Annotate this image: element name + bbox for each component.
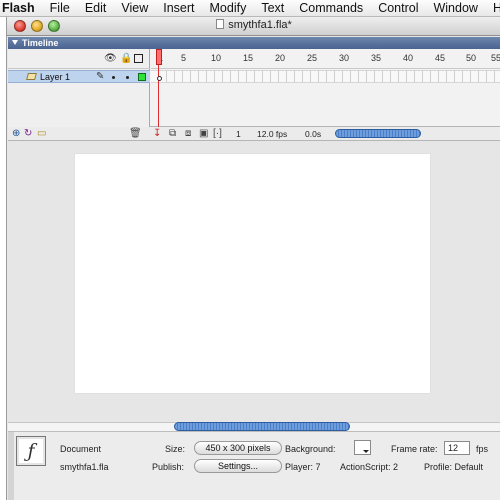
frame-number: 25 <box>307 53 318 63</box>
menu-control[interactable]: Control <box>371 1 426 15</box>
outline-square-icon[interactable] <box>134 54 143 63</box>
insert-layer-folder-icon[interactable]: ▭ <box>37 128 46 139</box>
timeline-panel-header[interactable]: Timeline <box>8 37 500 49</box>
publish-label: Publish: <box>152 462 185 472</box>
elapsed-time-readout: 0.0s <box>305 129 322 139</box>
frame-number: 10 <box>211 53 222 63</box>
stage-canvas[interactable] <box>75 154 430 393</box>
publish-settings-button[interactable]: Settings... <box>194 459 282 473</box>
modify-onion-markers-icon[interactable]: [·] <box>213 128 222 139</box>
onion-skin-outlines-icon[interactable]: ⧈ <box>185 128 191 139</box>
add-motion-guide-icon[interactable]: ↻ <box>24 128 32 139</box>
frame-number: 30 <box>339 53 350 63</box>
current-frame-readout: 1 <box>236 129 241 139</box>
document-size-button[interactable]: 450 x 300 pixels <box>194 441 282 455</box>
document-icon <box>216 19 225 29</box>
layer-list: 👁 🔒 Layer 1 ✎ <box>8 49 150 127</box>
frame-rate-label: Frame rate: <box>391 444 438 454</box>
background-label: Background: <box>285 444 336 454</box>
frame-number: 40 <box>403 53 414 63</box>
profile-label: Profile: Default <box>424 462 484 472</box>
menu-view[interactable]: View <box>114 1 156 15</box>
lock-icon[interactable]: 🔒 <box>120 54 132 64</box>
fps-label: fps <box>476 444 489 454</box>
frame-number: 45 <box>435 53 446 63</box>
edit-multiple-frames-icon[interactable]: ▣ <box>199 128 208 139</box>
layer-name[interactable]: Layer 1 <box>40 71 70 83</box>
frame-rate-input[interactable]: 12 <box>444 441 470 455</box>
layer-column-header: 👁 🔒 <box>8 49 150 69</box>
timeline-title: Timeline <box>22 38 59 48</box>
layer-visibility-dot[interactable] <box>112 76 115 79</box>
property-inspector: ƒ Document smythfa1.fla Size: 450 x 300 … <box>8 431 500 500</box>
background-color-swatch[interactable] <box>354 440 371 455</box>
panel-gutter <box>8 432 14 500</box>
playhead[interactable] <box>156 49 162 65</box>
collapse-triangle-icon[interactable] <box>12 40 18 45</box>
menu-text[interactable]: Text <box>254 1 292 15</box>
document-window: smythfa1.fla* Timeline 👁 🔒 Layer 1 ✎ 5 1… <box>6 17 500 500</box>
frame-number: 20 <box>275 53 286 63</box>
center-frame-icon[interactable]: ↧ <box>153 128 161 139</box>
layer-row[interactable]: Layer 1 ✎ <box>8 70 150 83</box>
window-title: smythfa1.fla* <box>7 19 500 31</box>
frame-number: 35 <box>371 53 382 63</box>
player-version-label: Player: 7 <box>285 462 321 472</box>
blank-keyframe[interactable] <box>157 76 162 81</box>
frame-number: 55 <box>491 53 500 63</box>
size-label: Size: <box>165 444 186 454</box>
frame-number: 15 <box>243 53 254 63</box>
insert-layer-icon[interactable]: ⊕ <box>12 128 20 139</box>
playhead-line <box>158 65 159 127</box>
menu-modify[interactable]: Modify <box>203 1 255 15</box>
menu-app-flash[interactable]: Flash <box>0 1 43 15</box>
frame-ruler[interactable]: 1 5 10 15 20 25 30 35 40 45 50 55 <box>151 49 500 69</box>
menu-bar: Flash File Edit View Insert Modify Text … <box>0 0 500 17</box>
work-area[interactable] <box>8 147 500 422</box>
timeline-status-bar: ⊕ ↻ ▭ 🗑 ↧ ⧉ ⧈ ▣ [·] 1 12.0 fps 0.0s <box>8 127 500 141</box>
frame-rate-readout: 12.0 fps <box>257 129 288 139</box>
menu-commands[interactable]: Commands <box>292 1 371 15</box>
trash-icon[interactable]: 🗑 <box>129 128 142 139</box>
frame-number: 50 <box>466 53 477 63</box>
window-title-bar[interactable]: smythfa1.fla* <box>7 17 500 36</box>
pencil-icon: ✎ <box>96 71 105 82</box>
actionscript-version-label: ActionScript: 2 <box>340 462 399 472</box>
menu-insert[interactable]: Insert <box>156 1 202 15</box>
timeline-panel: 👁 🔒 Layer 1 ✎ 1 5 10 15 20 25 30 <box>8 49 500 127</box>
menu-help[interactable]: Help <box>486 1 500 15</box>
menu-file[interactable]: File <box>43 1 78 15</box>
window-title-text: smythfa1.fla* <box>228 19 292 31</box>
document-type-label: Document <box>60 444 102 454</box>
eye-icon[interactable]: 👁 <box>104 54 117 64</box>
layer-outline-color-swatch[interactable] <box>138 73 146 81</box>
menu-edit[interactable]: Edit <box>78 1 115 15</box>
stage-horizontal-scrollbar[interactable] <box>174 422 350 431</box>
frame-area[interactable]: 1 5 10 15 20 25 30 35 40 45 50 55 <box>151 49 500 127</box>
menu-window[interactable]: Window <box>426 1 485 15</box>
layer-icon <box>26 73 37 80</box>
timeline-horizontal-scrollbar[interactable] <box>335 129 421 138</box>
frame-number: 5 <box>181 53 187 63</box>
flash-document-icon: ƒ <box>16 436 46 466</box>
layer-lock-dot[interactable] <box>126 76 129 79</box>
document-file-name: smythfa1.fla <box>60 462 109 472</box>
frame-row-layer-1[interactable] <box>151 70 500 83</box>
onion-skin-icon[interactable]: ⧉ <box>169 128 176 139</box>
